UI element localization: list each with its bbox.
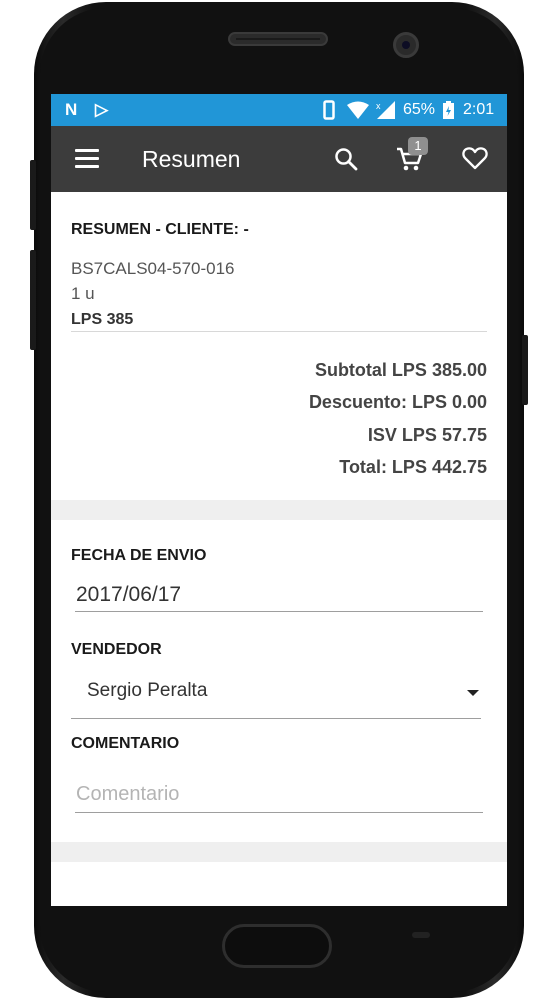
comment-label: COMENTARIO [71,735,180,752]
power-button [522,335,528,405]
bixby-button [30,250,36,350]
item-divider [71,331,487,332]
home-button[interactable] [222,924,332,968]
volume-button [30,160,36,230]
item-quantity: 1 u [71,284,95,303]
chevron-down-icon [467,690,479,696]
svg-text:x: x [376,101,381,111]
item-price: LPS 385 [71,311,134,328]
section-separator [51,500,507,520]
comment-input[interactable]: Comentario [76,781,179,807]
front-camera [393,32,419,58]
total-text: Total: LPS 442.75 [339,457,487,477]
bottom-separator [51,842,507,862]
seller-dropdown[interactable]: Sergio Peralta [71,665,481,717]
earpiece-speaker [228,32,328,46]
search-icon[interactable] [334,147,358,171]
battery-icon [443,101,454,119]
wifi-icon [347,101,369,119]
signal-icon: x [376,101,395,119]
item-code: BS7CALS04-570-016 [71,259,235,278]
isv-text: ISV LPS 57.75 [367,425,487,445]
vibrate-icon [323,100,335,120]
status-bar: N ▷ x 65% 2:01 [51,94,507,126]
ship-date-label: FECHA DE ENVIO [71,547,207,564]
app-toolbar: Resumen 1 [51,126,507,192]
page-title: Resumen [142,146,241,172]
favorites-heart-icon[interactable] [462,146,488,170]
cart-count-badge: 1 [408,137,428,155]
clock: 2:01 [463,101,495,118]
discount-text: Descuento: LPS 0.00 [308,392,487,412]
back-key[interactable] [412,932,430,938]
comment-underline [75,812,483,813]
battery-percent: 65% [403,101,436,118]
seller-selected-value: Sergio Peralta [87,680,208,701]
notification-play-icon: ▷ [95,100,109,119]
seller-label: VENDEDOR [71,641,162,658]
subtotal-text: Subtotal LPS 385.00 [314,360,487,380]
menu-icon[interactable] [75,149,99,169]
summary-heading: RESUMEN - CLIENTE: - [71,221,249,238]
ship-date-field[interactable]: 2017/06/17 [76,582,181,608]
seller-underline [71,718,481,719]
notification-n-icon: N [65,100,78,119]
ship-date-underline [75,611,483,612]
app-screen: N ▷ x 65% 2:01 Resumen 1 RESUMEN - CLIEN… [51,94,507,906]
